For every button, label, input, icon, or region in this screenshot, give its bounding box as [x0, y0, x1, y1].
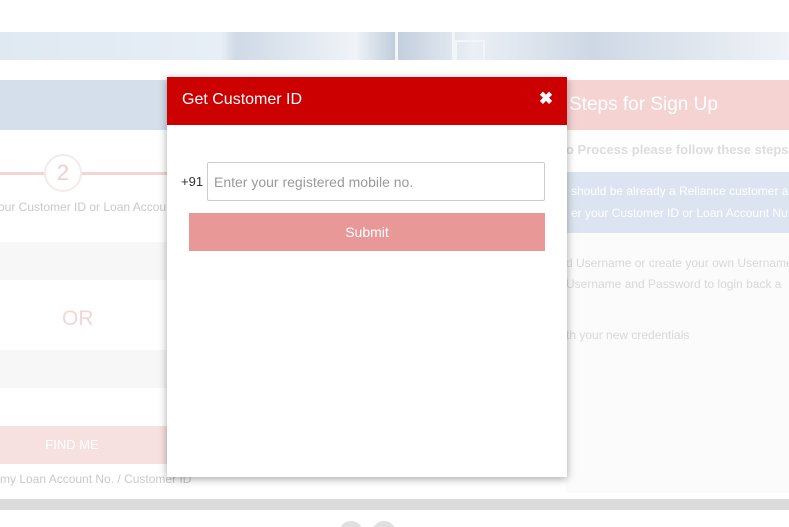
mobile-number-input[interactable] [207, 162, 545, 201]
submit-button[interactable]: Submit [189, 213, 545, 251]
get-customer-id-modal: Get Customer ID ✖ +91 Submit [167, 77, 567, 477]
modal-header: Get Customer ID ✖ [167, 77, 567, 125]
country-code-label: +91 [181, 174, 204, 189]
modal-title: Get Customer ID [182, 91, 303, 108]
close-icon[interactable]: ✖ [536, 89, 556, 109]
